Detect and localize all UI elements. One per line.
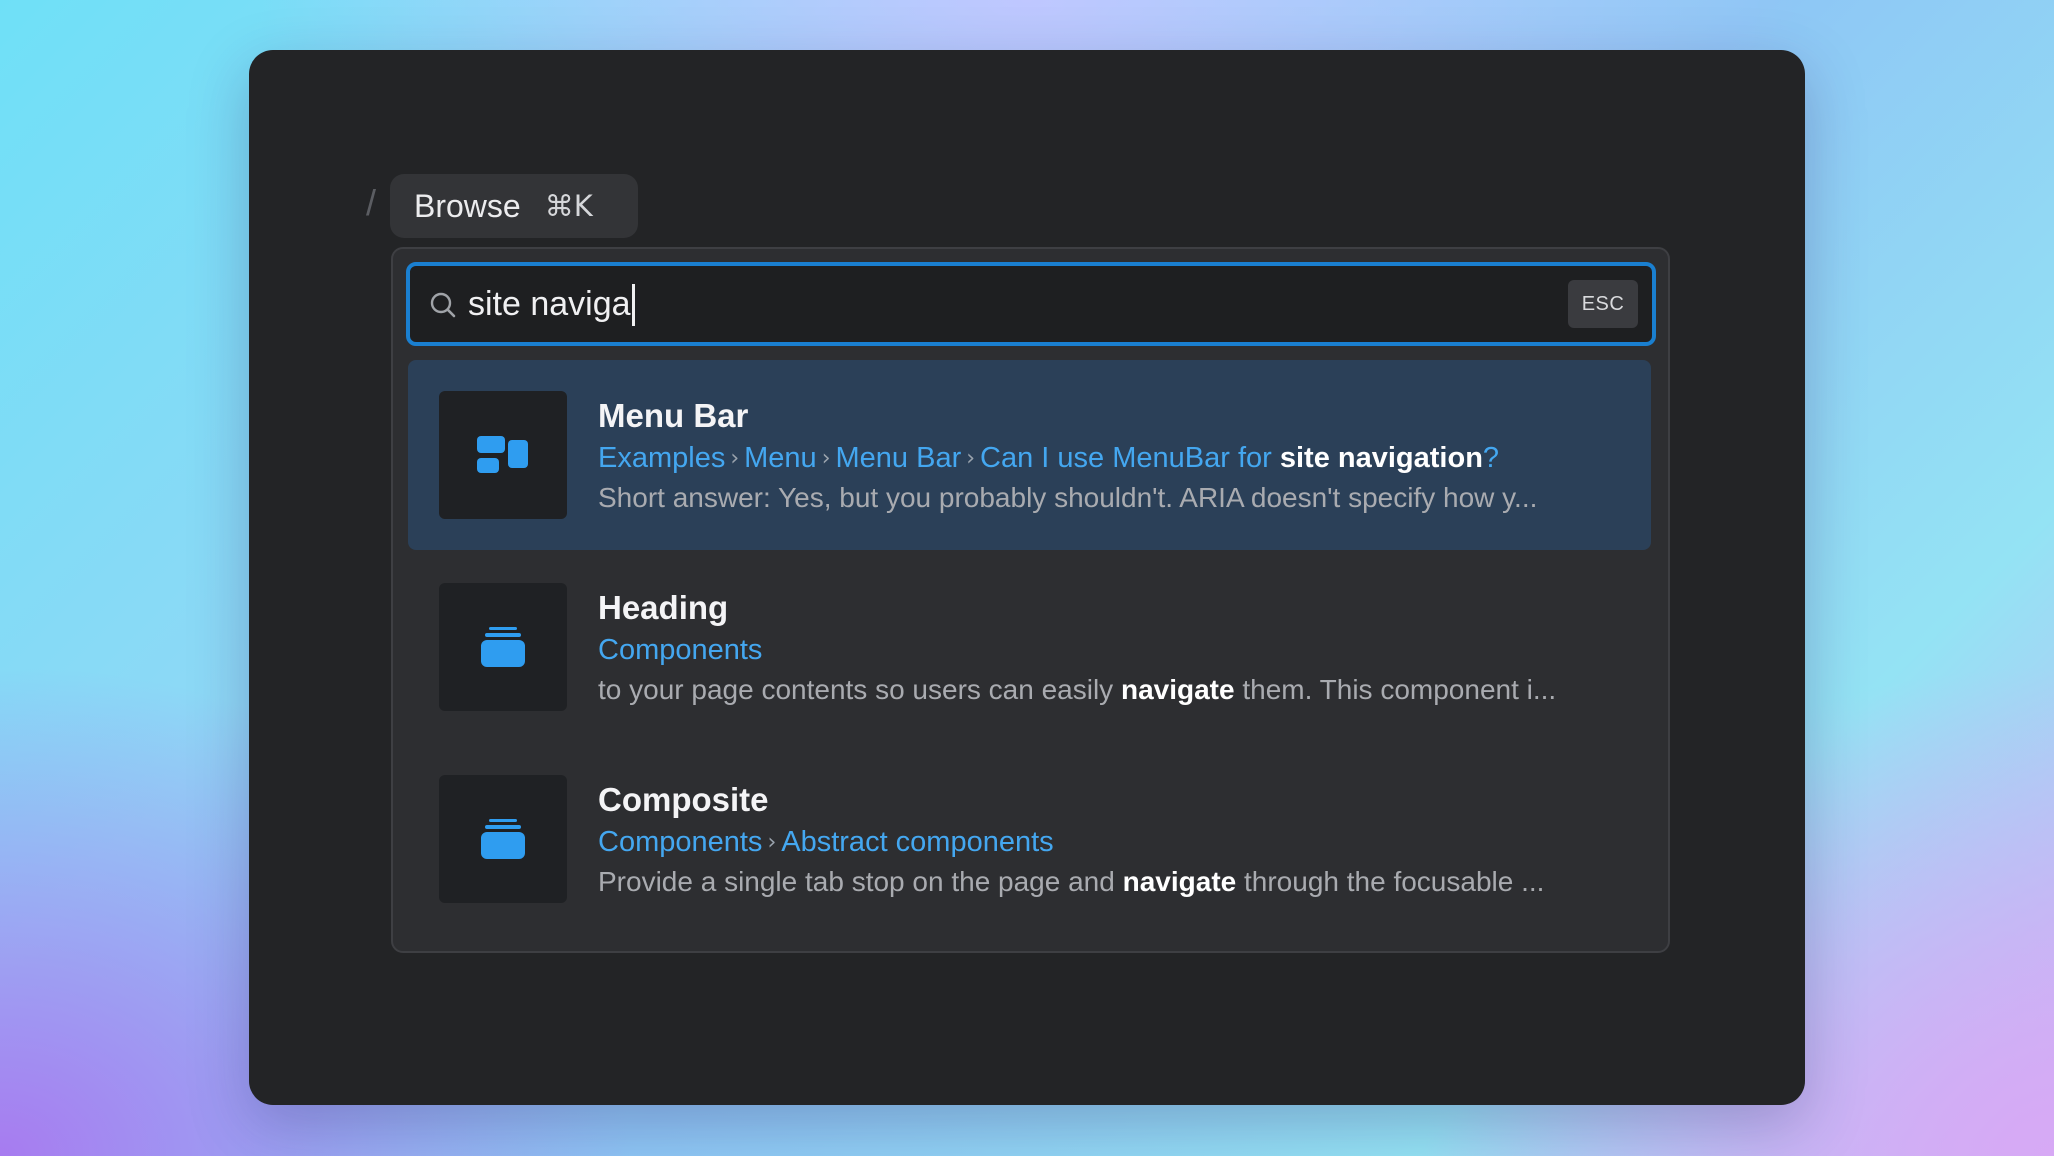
search-box[interactable]: ESC (406, 262, 1656, 346)
result-description: Provide a single tab stop on the page an… (598, 866, 1544, 898)
result-item-heading[interactable]: Heading Components to your page contents… (408, 552, 1651, 742)
result-thumbnail (439, 775, 567, 903)
browse-shortcut: ⌘K (544, 189, 593, 223)
breadcrumb-link[interactable]: Components (598, 634, 762, 667)
result-title: Composite (598, 781, 769, 818)
description-text: to your page contents so users can easil… (598, 674, 1121, 705)
chevron-right-icon: › (821, 446, 831, 471)
text-caret (632, 284, 635, 326)
breadcrumb-link[interactable]: Examples (598, 442, 725, 475)
result-description: Short answer: Yes, but you probably shou… (598, 482, 1537, 514)
breadcrumb-link[interactable]: Abstract components (781, 826, 1053, 859)
description-text: them. This component i... (1234, 674, 1557, 705)
search-dialog: ESC Menu Bar Examples › Menu › Menu Bar … (391, 247, 1670, 953)
result-title: Menu Bar (598, 397, 749, 434)
result-item-composite[interactable]: Composite Components › Abstract componen… (408, 744, 1651, 934)
match-highlight: site navigation (1279, 442, 1483, 474)
search-icon (430, 292, 456, 318)
chevron-right-icon: › (730, 446, 740, 471)
breadcrumb-text: Can I use MenuBar for (980, 442, 1280, 474)
chevron-right-icon: › (966, 446, 976, 471)
result-breadcrumb: Components › Abstract components (598, 826, 1054, 859)
result-description: to your page contents so users can easil… (598, 674, 1556, 706)
match-highlight: navigate (1122, 866, 1237, 897)
browse-button[interactable]: Browse ⌘K (390, 174, 638, 238)
result-title: Heading (598, 589, 729, 626)
breadcrumb-link[interactable]: Menu Bar (836, 442, 962, 475)
result-breadcrumb: Components (598, 634, 762, 667)
result-thumbnail (439, 391, 567, 519)
esc-button[interactable]: ESC (1568, 280, 1638, 328)
browse-label: Browse (414, 187, 521, 224)
description-text: Provide a single tab stop on the page an… (598, 866, 1123, 897)
breadcrumb-link[interactable]: Menu (744, 442, 817, 475)
result-breadcrumb: Examples › Menu › Menu Bar › Can I use M… (598, 442, 1499, 475)
menubar-icon (477, 436, 528, 473)
description-text: Short answer: Yes, but you probably shou… (598, 482, 1538, 513)
breadcrumb-link[interactable]: Can I use MenuBar for site navigation? (980, 442, 1499, 475)
breadcrumb-separator: / (366, 182, 377, 223)
stack-icon (481, 627, 525, 667)
result-item-menu-bar[interactable]: Menu Bar Examples › Menu › Menu Bar › Ca… (408, 360, 1651, 550)
stack-icon (481, 819, 525, 859)
breadcrumb-text: ? (1482, 442, 1500, 474)
description-text: through the focusable ... (1236, 866, 1545, 897)
match-highlight: navigate (1120, 674, 1235, 705)
result-thumbnail (439, 583, 567, 711)
app-window: / Browse ⌘K ESC Menu Bar (249, 50, 1805, 1105)
breadcrumb-link[interactable]: Components (598, 826, 762, 859)
chevron-right-icon: › (767, 830, 777, 855)
